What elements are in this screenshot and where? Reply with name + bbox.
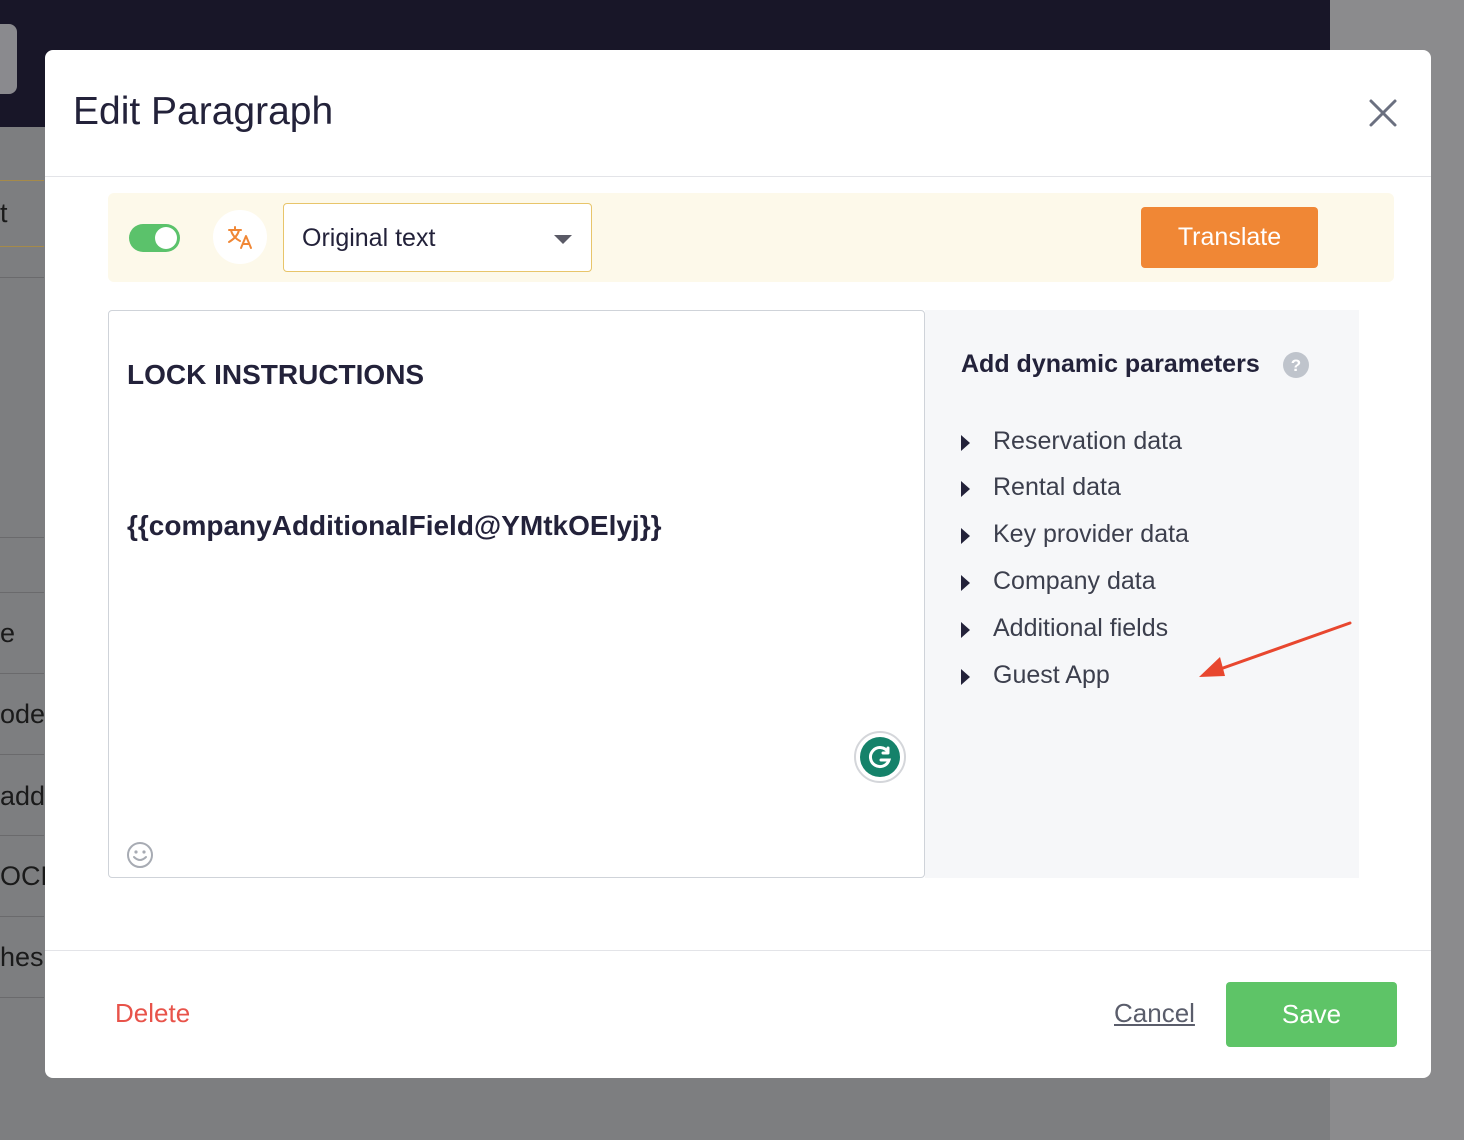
annotation-arrow-icon — [1199, 621, 1352, 677]
language-select-value: Original text — [302, 224, 436, 252]
emoji-icon[interactable] — [126, 841, 154, 869]
background-divider — [0, 592, 44, 593]
editor-token-text[interactable]: {{companyAdditionalField@YMtkOElyj}} — [127, 510, 662, 542]
edit-paragraph-modal: Edit Paragraph Original text Translate L… — [45, 50, 1431, 1078]
background-text: e — [0, 618, 16, 648]
cancel-button[interactable]: Cancel — [1114, 998, 1195, 1029]
background-text: t — [0, 198, 8, 228]
translate-icon — [213, 210, 267, 264]
background-divider — [0, 180, 44, 181]
help-icon[interactable]: ? — [1282, 351, 1310, 379]
grammarly-icon[interactable] — [853, 730, 907, 784]
background-divider — [0, 835, 44, 836]
background-divider — [0, 277, 44, 278]
background-button — [0, 24, 17, 94]
paragraph-editor[interactable]: LOCK INSTRUCTIONS {{companyAdditionalFie… — [108, 310, 925, 878]
translation-toggle[interactable] — [129, 224, 180, 252]
translate-button[interactable]: Translate — [1141, 207, 1318, 268]
background-divider — [0, 246, 44, 247]
caret-right-icon — [961, 669, 970, 685]
language-select[interactable]: Original text — [283, 203, 592, 272]
background-divider — [0, 754, 44, 755]
caret-right-icon — [961, 481, 970, 497]
background-divider — [0, 997, 44, 998]
footer-divider — [45, 950, 1431, 951]
caret-right-icon — [961, 528, 970, 544]
modal-title: Edit Paragraph — [73, 90, 334, 133]
background-divider — [0, 537, 44, 538]
param-group-label: Company data — [993, 567, 1156, 595]
caret-right-icon — [961, 435, 970, 451]
background-text: hes — [0, 942, 44, 972]
param-group-label: Key provider data — [993, 520, 1189, 548]
editor-heading-text[interactable]: LOCK INSTRUCTIONS — [127, 359, 424, 391]
svg-text:?: ? — [1291, 356, 1301, 375]
background-divider — [0, 673, 44, 674]
caret-right-icon — [961, 622, 970, 638]
translate-bar: Original text Translate — [108, 193, 1394, 282]
chevron-down-icon — [554, 235, 572, 244]
header-divider — [45, 176, 1431, 177]
save-button[interactable]: Save — [1226, 982, 1397, 1047]
param-group-label: Guest App — [993, 661, 1110, 689]
params-title: Add dynamic parameters — [961, 350, 1260, 378]
dynamic-parameters-panel: Add dynamic parameters ? Reservation dat… — [925, 310, 1359, 878]
param-group-label: Additional fields — [993, 614, 1169, 642]
toggle-knob — [155, 227, 177, 249]
param-group-label: Reservation data — [993, 427, 1183, 455]
close-icon[interactable] — [1365, 95, 1401, 131]
background-divider — [0, 916, 44, 917]
delete-button[interactable]: Delete — [115, 998, 190, 1029]
background-text: ode — [0, 699, 46, 729]
caret-right-icon — [961, 575, 970, 591]
param-group-label: Rental data — [993, 473, 1121, 501]
